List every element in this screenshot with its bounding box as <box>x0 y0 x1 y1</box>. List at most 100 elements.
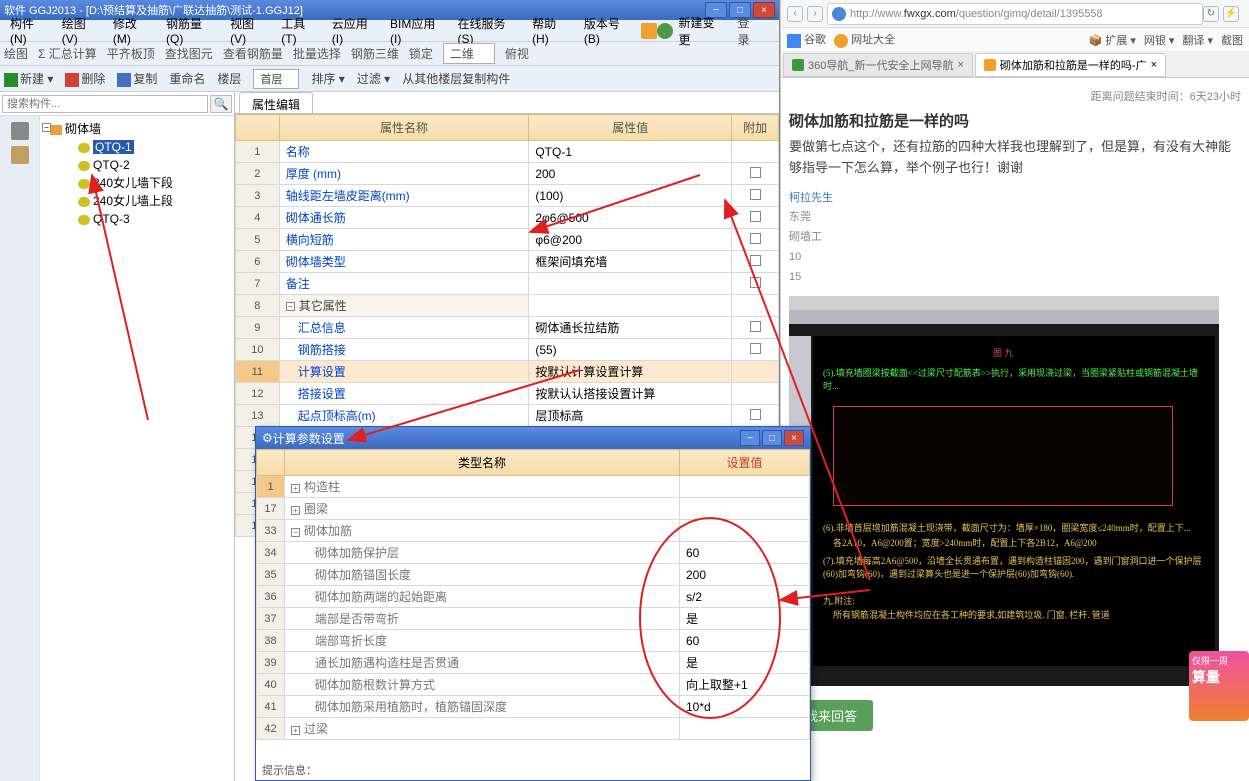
menu-item[interactable]: 视图(V) <box>224 13 275 48</box>
translate-button[interactable]: 翻译 ▾ <box>1182 32 1213 48</box>
floor-select[interactable]: 首层 <box>253 69 299 89</box>
tool-copyfrom[interactable]: 从其他楼层复制构件 <box>402 70 510 87</box>
property-row[interactable]: 6砌体墙类型框架间填充墙 <box>236 251 779 273</box>
tree-item[interactable]: QTQ-1 <box>42 138 232 156</box>
dialog-close[interactable]: × <box>784 430 804 446</box>
menu-item[interactable]: 版本号(B) <box>578 13 641 48</box>
bank-button[interactable]: 网银 ▾ <box>1144 32 1175 48</box>
tree-item[interactable]: QTQ-2 <box>42 156 232 174</box>
menu-item[interactable]: 钢筋量(Q) <box>160 13 224 48</box>
tree-tab-icon[interactable] <box>11 122 29 140</box>
tool-draw[interactable]: 绘图 <box>4 45 28 62</box>
calc-param-row[interactable]: 37 端部是否带弯折是 <box>257 608 810 630</box>
property-row[interactable]: 2厚度 (mm)200 <box>236 163 779 185</box>
calc-param-row[interactable]: 1+构造柱 <box>257 476 810 498</box>
screenshot-button[interactable]: 截图 <box>1221 32 1243 48</box>
login-link[interactable]: 登录 <box>732 12 767 50</box>
property-row[interactable]: 8−其它属性 <box>236 295 779 317</box>
back-button[interactable]: ‹ <box>787 6 803 22</box>
property-row[interactable]: 1名称QTQ-1 <box>236 141 779 163</box>
calc-param-row[interactable]: 34 砌体加筋保护层60 <box>257 542 810 564</box>
calc-param-row[interactable]: 17+圈梁 <box>257 498 810 520</box>
url-text: http://www.fwxgx.com/question/gimq/detai… <box>850 8 1103 20</box>
property-row[interactable]: 4砌体通长筋2φ6@500 <box>236 207 779 229</box>
property-row[interactable]: 12 搭接设置按默认认搭接设置计算 <box>236 383 779 405</box>
lightning-icon[interactable]: ⚡ <box>1223 6 1239 22</box>
component-tree-panel: 🔍 −砌体墙 QTQ-1 QTQ-2 240女儿墙下段 240女儿墙上段 QTQ… <box>0 92 235 781</box>
dialog-minimize[interactable]: − <box>740 430 760 446</box>
calc-param-row[interactable]: 38 端部弯折长度60 <box>257 630 810 652</box>
tool-level[interactable]: 平齐板顶 <box>107 45 155 62</box>
menu-item[interactable]: 绘图(V) <box>56 13 107 48</box>
property-row[interactable]: 3轴线距左墙皮距离(mm)(100) <box>236 185 779 207</box>
property-row[interactable]: 11 计算设置按默认计算设置计算 <box>236 361 779 383</box>
tool-copy[interactable]: 复制 <box>117 70 157 87</box>
calc-param-row[interactable]: 39 通长加筋遇构造柱是否贯通是 <box>257 652 810 674</box>
tool-delete[interactable]: 删除 <box>65 70 105 87</box>
cad-note: (7).填充墙每高2A6@500，沿墙全长贯通布置，遇到构造柱锚固200，遇到门… <box>823 554 1205 580</box>
property-row[interactable]: 7备注 <box>236 273 779 295</box>
ext-button[interactable]: 📦 扩展 ▾ <box>1089 32 1136 48</box>
calc-param-row[interactable]: 36 砌体加筋两端的起始距离s/2 <box>257 586 810 608</box>
browser-tabs: 360导航_新一代安全上网导航 × 砌体加筋和拉筋是一样的吗-广 × <box>781 52 1249 78</box>
menu-item[interactable]: BIM应用(I) <box>384 13 451 48</box>
search-button[interactable]: 🔍 <box>210 95 232 113</box>
tool-3d[interactable]: 钢筋三维 <box>351 45 399 62</box>
tool-find[interactable]: 查找图元 <box>165 45 213 62</box>
cad-toolbar <box>789 296 1219 310</box>
new-change-button[interactable]: 新建变更 <box>673 12 732 50</box>
tool-sort[interactable]: 排序 ▾ <box>311 70 344 87</box>
menu-item[interactable]: 构件(N) <box>4 13 56 48</box>
tool-sum[interactable]: Σ 汇总计算 <box>38 45 97 62</box>
property-row[interactable]: 5横向短筋φ6@200 <box>236 229 779 251</box>
bookmark-bar: 谷歌 网址大全 📦 扩展 ▾ 网银 ▾ 翻译 ▾ 截图 <box>781 28 1249 52</box>
tool-topview[interactable]: 俯视 <box>505 45 529 62</box>
cad-toolbar2 <box>789 310 1219 324</box>
tool-filter[interactable]: 过滤 ▾ <box>357 70 390 87</box>
calc-param-row[interactable]: 40 砌体加筋根数计算方式向上取整+1 <box>257 674 810 696</box>
tool-new[interactable]: 新建 ▾ <box>4 70 53 87</box>
bookmark[interactable]: 谷歌 <box>787 31 826 47</box>
page-content: 距离问题结束时间：6天23小时 砌体加筋和拉筋是一样的吗 要做第七点这个，还有拉… <box>781 78 1249 741</box>
forward-button[interactable]: › <box>807 6 823 22</box>
property-row[interactable]: 9 汇总信息砌体通长拉结筋 <box>236 317 779 339</box>
tree-item[interactable]: QTQ-3 <box>42 210 232 228</box>
tool-batch[interactable]: 批量选择 <box>293 45 341 62</box>
calc-param-row[interactable]: 33−砌体加筋 <box>257 520 810 542</box>
tree-item[interactable]: 240女儿墙上段 <box>42 192 232 210</box>
address-bar[interactable]: http://www.fwxgx.com/question/gimq/detai… <box>827 3 1203 25</box>
user-name[interactable]: 柯拉先生 <box>789 189 1241 209</box>
property-row[interactable]: 13 起点顶标高(m)层顶标高 <box>236 405 779 427</box>
menu-item[interactable]: 帮助(H) <box>526 13 578 48</box>
search-input[interactable] <box>2 95 208 113</box>
tool-lock[interactable]: 锁定 <box>409 45 433 62</box>
property-row[interactable]: 10 钢筋搭接(55) <box>236 339 779 361</box>
tree-item[interactable]: 240女儿墙下段 <box>42 174 232 192</box>
col-type: 类型名称 <box>285 450 680 476</box>
view-mode-select[interactable]: 二维 <box>443 43 495 64</box>
tool-view-rebar[interactable]: 查看钢筋量 <box>223 45 283 62</box>
user-info: 柯拉先生 东莞 砌墙工 10 15 <box>789 189 1241 288</box>
menu-item[interactable]: 修改(M) <box>107 13 160 48</box>
cad-note: 各2A10，A6@200置；宽度>240mm时，配置上下各2B12，A6@200 <box>833 536 1205 549</box>
tree-tab-icon[interactable] <box>11 146 29 164</box>
refresh-icon[interactable] <box>657 23 673 39</box>
cad-image: 图 九 (5).填充墙圈梁按截面<<过梁尺寸配筋表>>执行，采用现浇过梁，当圈梁… <box>789 296 1219 686</box>
property-tab[interactable]: 属性编辑 <box>239 92 313 113</box>
cad-note: 所有钢筋混凝土构件均应在各工种的要求,如建筑垃圾. 门窗. 栏杆. 管道 <box>833 608 1205 621</box>
favicon-icon <box>984 59 996 71</box>
tool-rename[interactable]: 重命名 <box>169 70 205 87</box>
refresh-icon[interactable]: ↻ <box>1203 6 1219 22</box>
calc-param-row[interactable]: 41 砌体加筋采用植筋时，植筋锚固深度10*d <box>257 696 810 718</box>
calc-param-row[interactable]: 35 砌体加筋锚固长度200 <box>257 564 810 586</box>
globe-icon <box>832 7 846 21</box>
browser-tab[interactable]: 360导航_新一代安全上网导航 × <box>783 53 973 77</box>
calc-param-row[interactable]: 42+过梁 <box>257 718 810 740</box>
menu-item[interactable]: 工具(T) <box>275 13 325 48</box>
tree-root[interactable]: −砌体墙 <box>42 120 232 138</box>
corner-ad[interactable]: 仅限一周 算量 <box>1189 651 1249 721</box>
browser-tab[interactable]: 砌体加筋和拉筋是一样的吗-广 × <box>975 53 1166 77</box>
dialog-maximize[interactable]: □ <box>762 430 782 446</box>
bookmark[interactable]: 网址大全 <box>834 31 895 47</box>
menu-item[interactable]: 云应用(I) <box>326 13 384 48</box>
